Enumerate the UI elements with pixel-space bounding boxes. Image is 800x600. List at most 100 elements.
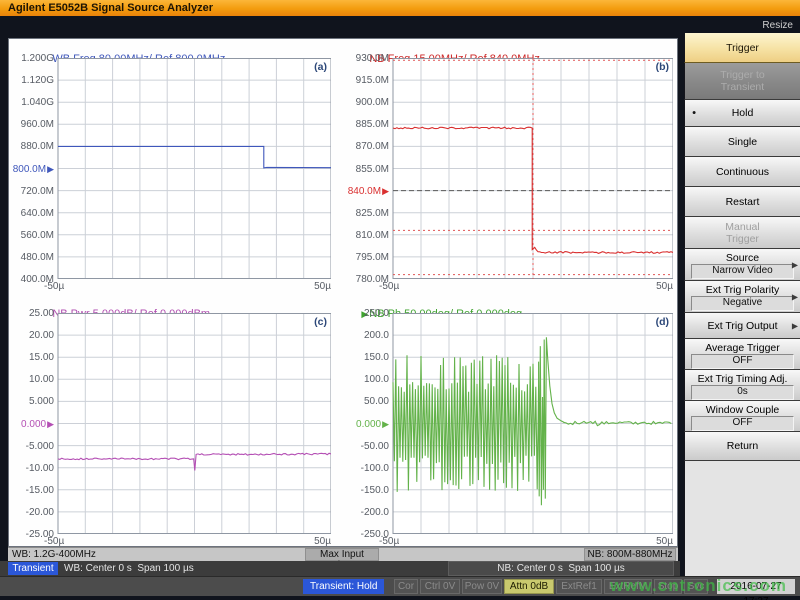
plot-b: 930.0M915.0M900.0M885.0M870.0M855.0M840.… — [345, 58, 673, 295]
plot-c-ytick: 20.00 — [10, 330, 54, 341]
plot-c-xtick-min: -50µ — [44, 536, 64, 547]
plot-c-canvas — [10, 313, 331, 550]
plot-d-xtick-min: -50µ — [379, 536, 399, 547]
plot-d-ytick: 100.0 — [345, 374, 389, 385]
plot-d-ytick: 0.000▶ — [345, 419, 389, 430]
plot-a-ytick: 720.0M — [10, 186, 54, 197]
softkey-menu-filler — [684, 461, 800, 576]
reference-marker-icon: ▶ — [382, 186, 389, 196]
softkey-menu: TriggerTrigger toTransientHold●SingleCon… — [684, 33, 800, 461]
plot-c-ytick: 15.00 — [10, 352, 54, 363]
sidebar-button-window-couple[interactable]: Window CoupleOFF — [684, 401, 800, 432]
plot-c-xtick-max: 50µ — [307, 536, 331, 547]
plot-c: 25.0020.0015.0010.005.0000.000▶-5.000-10… — [10, 313, 331, 550]
plot-d-ytick: -200.0 — [345, 507, 389, 518]
freq-range-bar: WB: 1.2G-400MHz Max Input 0dBm NB: 800M-… — [8, 547, 678, 561]
plot-a-ytick: 480.0M — [10, 252, 54, 263]
sidebar-button-label: Single — [685, 136, 800, 148]
sidebar-button-return[interactable]: Return — [684, 432, 800, 461]
plot-a-xtick-min: -50µ — [44, 281, 64, 292]
sidebar-button-average-trigger[interactable]: Average TriggerOFF — [684, 339, 800, 370]
sidebar-button-trigger-to-transient[interactable]: Trigger toTransient — [684, 63, 800, 100]
resize-button[interactable]: Resize — [762, 20, 793, 31]
plot-c-ytick: 5.000 — [10, 396, 54, 407]
sidebar-button-hold[interactable]: Hold● — [684, 100, 800, 127]
plot-d-ytick: 200.0 — [345, 330, 389, 341]
sidebar-button-value: OFF — [691, 354, 794, 369]
plot-c-ytick: 25.00 — [10, 308, 54, 319]
status-flag-attn-0db: Attn 0dB — [504, 579, 554, 594]
sidebar-button-label: Transient — [685, 81, 800, 93]
plot-b-xtick-min: -50µ — [379, 281, 399, 292]
sidebar-button-label: Average Trigger — [685, 342, 800, 354]
plot-c-ytick: -15.00 — [10, 485, 54, 496]
sidebar-button-label: Ext Trig Timing Adj. — [685, 373, 800, 385]
plot-a-canvas — [10, 58, 331, 295]
nb-span-label: NB: Center 0 s Span 100 µs — [448, 561, 674, 576]
plot-b-canvas — [345, 58, 673, 295]
plot-c-ytick: -10.00 — [10, 463, 54, 474]
reference-marker-icon: ▶ — [47, 419, 54, 429]
sidebar-button-label: Trigger to — [685, 69, 800, 81]
plot-b-ytick: 930.0M — [345, 53, 389, 64]
sidebar-button-label: Manual — [685, 221, 800, 233]
plot-b-ytick: 810.0M — [345, 230, 389, 241]
plot-b-ytick: 825.0M — [345, 208, 389, 219]
sidebar-button-continuous[interactable]: Continuous — [684, 157, 800, 187]
plot-b-ytick: 915.0M — [345, 75, 389, 86]
plot-a-xtick-max: 50µ — [307, 281, 331, 292]
submenu-arrow-icon: ▶ — [792, 321, 798, 330]
reference-marker-icon: ▶ — [382, 419, 389, 429]
plot-c-ytick: -5.000 — [10, 441, 54, 452]
plot-a-corner-label: (a) — [299, 61, 327, 73]
max-input-label: Max Input 0dBm — [305, 548, 379, 561]
sidebar-button-restart[interactable]: Restart — [684, 187, 800, 217]
sidebar-button-label: Source — [685, 252, 800, 264]
sidebar-button-manual-trigger[interactable]: ManualTrigger — [684, 217, 800, 249]
plot-b-ytick: 840.0M▶ — [345, 186, 389, 197]
sidebar-button-label: Trigger — [685, 42, 800, 54]
wb-range-label: WB: 1.2G-400MHz — [12, 549, 96, 561]
status-flag-cor: Cor — [394, 579, 418, 594]
plot-d-ytick: 250.0 — [345, 308, 389, 319]
status-flag-pow-0v: Pow 0V — [462, 579, 502, 594]
title-bar: Agilent E5052B Signal Source Analyzer — [0, 0, 800, 16]
plot-d-ytick: 150.0 — [345, 352, 389, 363]
plot-c-ytick: 10.00 — [10, 374, 54, 385]
watermark: www.cntronics.com — [610, 576, 787, 596]
sidebar-button-ext-trig-timing-adj[interactable]: Ext Trig Timing Adj.0s — [684, 370, 800, 401]
submenu-arrow-icon: ▶ — [792, 292, 798, 301]
plot-d-ytick: -100.0 — [345, 463, 389, 474]
plot-a-ytick: 960.0M — [10, 119, 54, 130]
sidebar-button-value: 0s — [691, 385, 794, 400]
plot-d-corner-label: (d) — [641, 316, 669, 328]
sidebar-button-source[interactable]: SourceNarrow Video▶ — [684, 249, 800, 281]
sidebar-button-label: Window Couple — [685, 404, 800, 416]
sidebar-button-value: OFF — [691, 416, 794, 431]
sidebar-button-value: Negative — [691, 296, 794, 311]
submenu-arrow-icon: ▶ — [792, 260, 798, 269]
plot-a-ytick: 640.0M — [10, 208, 54, 219]
sidebar-button-trigger[interactable]: Trigger — [684, 33, 800, 63]
plot-c-corner-label: (c) — [299, 316, 327, 328]
plot-c-ytick: 0.000▶ — [10, 419, 54, 430]
plot-b-ytick: 885.0M — [345, 119, 389, 130]
plot-d-ytick: 50.00 — [345, 396, 389, 407]
plot-d-ytick: -50.00 — [345, 441, 389, 452]
sidebar-button-single[interactable]: Single — [684, 127, 800, 157]
plot-d: 250.0200.0150.0100.050.000.000▶-50.00-10… — [345, 313, 673, 550]
plot-a-ytick: 560.0M — [10, 230, 54, 241]
plot-b-ytick: 900.0M — [345, 97, 389, 108]
sidebar-button-ext-trig-output[interactable]: Ext Trig Output▶ — [684, 313, 800, 339]
sidebar-button-label: Ext Trig Polarity — [685, 284, 800, 296]
wb-span-label: WB: Center 0 s Span 100 µs — [64, 562, 194, 575]
sidebar-button-label: Hold — [685, 107, 800, 119]
selected-bullet-icon: ● — [692, 110, 696, 117]
plot-c-ytick: -20.00 — [10, 507, 54, 518]
plot-b-corner-label: (b) — [641, 61, 669, 73]
plot-a-ytick: 1.040G — [10, 97, 54, 108]
plot-d-xtick-max: 50µ — [649, 536, 673, 547]
nb-range-label: NB: 800M-880MHz — [584, 548, 676, 561]
app-window: Agilent E5052B Signal Source Analyzer Re… — [0, 0, 800, 600]
sidebar-button-ext-trig-polarity[interactable]: Ext Trig PolarityNegative▶ — [684, 281, 800, 313]
